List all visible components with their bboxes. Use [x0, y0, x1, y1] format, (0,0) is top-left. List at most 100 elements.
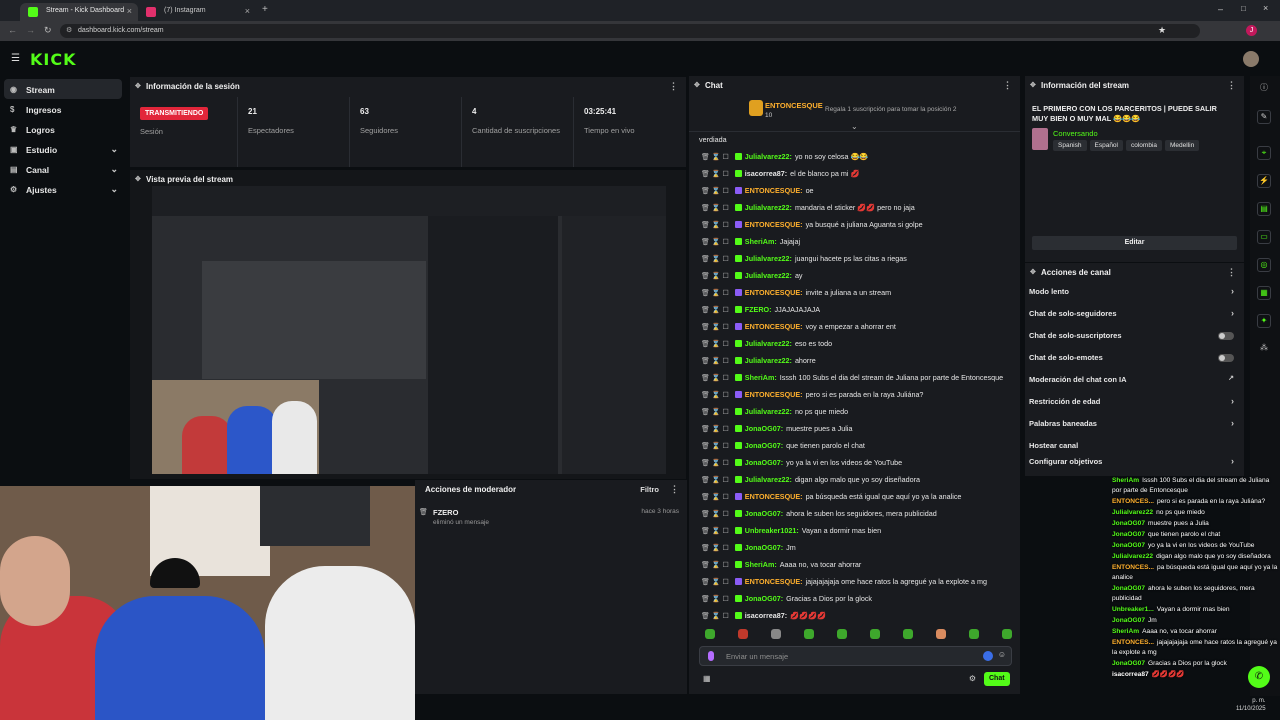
emote-icon[interactable] — [837, 629, 847, 639]
emote-icon[interactable] — [969, 629, 979, 639]
emoji-icon[interactable]: ☺ — [998, 650, 1006, 659]
minimize-icon[interactable]: – — [1218, 4, 1223, 14]
more-options-icon[interactable]: ⋮ — [1003, 80, 1012, 91]
chat-settings-icon[interactable]: ⚙ — [969, 674, 976, 683]
ai-moderation-row[interactable]: Moderación del chat con IA ↗ — [1025, 369, 1244, 391]
chat-message[interactable]: 🗑 ⌛ ☐ Julialvarez22: digan algo malo que y… — [689, 471, 1020, 488]
sidebar-item-logros[interactable]: ♛ Logros — [0, 119, 128, 139]
chat-input[interactable]: Enviar un mensaje ☺ — [699, 646, 1012, 666]
more-options-icon[interactable]: ⋮ — [1227, 267, 1236, 278]
tag[interactable]: Medellin — [1165, 140, 1200, 151]
mod-tools-icon[interactable]: 🗑 ⌛ ☐ — [701, 596, 729, 603]
goals-row[interactable]: Configurar objetivos › — [1025, 454, 1244, 473]
chat-username[interactable]: JonaOG07: — [745, 424, 783, 433]
mod-tools-icon[interactable]: 🗑 ⌛ ☐ — [701, 256, 729, 263]
back-icon[interactable]: ← — [8, 25, 17, 35]
info-icon[interactable]: ⓘ — [1257, 82, 1271, 96]
site-info-icon[interactable]: ⚙ — [66, 26, 72, 34]
tag[interactable]: Español — [1089, 140, 1123, 151]
mod-tools-icon[interactable]: 🗑 ⌛ ☐ — [701, 375, 729, 382]
emote-icon[interactable] — [804, 629, 814, 639]
chat-message[interactable]: 🗑 ⌛ ☐ JonaOG07: que tienen parolo el chat — [689, 437, 1020, 454]
send-chat-button[interactable]: Chat — [984, 672, 1010, 686]
chat-message[interactable]: 🗑 ⌛ ☐ Julialvarez22: mandaria el sticker 💋… — [689, 199, 1020, 216]
chat-message[interactable]: 🗑 ⌛ ☐ ENTONCESQUE: jajajajajaja ome hace r… — [689, 573, 1020, 590]
mod-tools-icon[interactable]: 🗑 ⌛ ☐ — [701, 324, 729, 331]
mod-tools-icon[interactable]: 🗑 ⌛ ☐ — [701, 511, 729, 518]
chat-username[interactable]: SheriAm: — [745, 237, 777, 246]
chat-username[interactable]: JonaOG07: — [745, 458, 783, 467]
wrench-icon[interactable]: ✦ — [1257, 314, 1271, 328]
age-restriction-row[interactable]: Restricción de edad › — [1025, 391, 1244, 413]
document-icon[interactable]: ▤ — [1257, 202, 1271, 216]
mod-tools-icon[interactable]: 🗑 ⌛ ☐ — [701, 443, 729, 450]
chat-message[interactable]: 🗑 ⌛ ☐ JonaOG07: muestre pues a Julia — [689, 420, 1020, 437]
new-tab-icon[interactable]: + — [262, 4, 268, 15]
category-link[interactable]: Conversando — [1053, 129, 1098, 138]
chat-message[interactable]: 🗑 ⌛ ☐ FZERO: JJAJAJAJAJA — [689, 301, 1020, 318]
chat-message[interactable]: 🗑 ⌛ ☐ Julialvarez22: eso es todo — [689, 335, 1020, 352]
mod-tools-icon[interactable]: 🗑 ⌛ ☐ — [701, 409, 729, 416]
sidebar-item-ingresos[interactable]: $ Ingresos — [0, 99, 128, 119]
emote-icon[interactable] — [771, 629, 781, 639]
sidebar-item-ajustes[interactable]: ⚙ Ajustes ⌄ — [0, 179, 128, 199]
more-options-icon[interactable]: ⋮ — [1227, 80, 1236, 91]
tag[interactable]: colombia — [1126, 140, 1163, 151]
tag[interactable]: Spanish — [1053, 140, 1087, 151]
chevron-down-icon[interactable]: ⌄ — [851, 122, 858, 131]
emote-icon[interactable] — [870, 629, 880, 639]
chat-username[interactable]: ENTONCESQUE: — [745, 492, 803, 501]
chat-message[interactable]: 🗑 ⌛ ☐ ENTONCESQUE: pero si es parada en la… — [689, 386, 1020, 403]
chat-username[interactable]: ENTONCESQUE: — [745, 288, 803, 297]
chat-username[interactable]: Julialvarez22: — [745, 152, 792, 161]
emote-icon[interactable] — [738, 629, 748, 639]
chat-username[interactable]: isacorrea87: — [745, 169, 787, 178]
tab-instagram[interactable]: (7) Instagram × — [138, 3, 256, 21]
mod-tools-icon[interactable]: 🗑 ⌛ ☐ — [701, 154, 729, 161]
chat-username[interactable]: Julialvarez22: — [745, 356, 792, 365]
chat-username[interactable]: SheriAm: — [745, 373, 777, 382]
chat-username[interactable]: ENTONCESQUE: — [745, 577, 803, 586]
mod-tools-icon[interactable]: 🗑 ⌛ ☐ — [701, 307, 729, 314]
sidebar-item-stream[interactable]: ◉ Stream — [4, 79, 122, 99]
chat-message[interactable]: 🗑 ⌛ ☐ Julialvarez22: ay — [689, 267, 1020, 284]
broadcast-icon[interactable]: ◎ — [1257, 258, 1271, 272]
sidebar-item-canal[interactable]: ▤ Canal ⌄ — [0, 159, 128, 179]
chat-message[interactable]: 🗑 ⌛ ☐ JonaOG07: Jm — [689, 539, 1020, 556]
mod-tools-icon[interactable]: 🗑 ⌛ ☐ — [701, 222, 729, 229]
chat-bubble-fab-icon[interactable]: ✆ — [1248, 666, 1270, 688]
chat-message[interactable]: 🗑 ⌛ ☐ SheriAm: Aaaa no, va tocar ahorrar — [689, 556, 1020, 573]
profile-avatar[interactable]: J — [1246, 25, 1257, 36]
chat-message[interactable]: 🗑 ⌛ ☐ SheriAm: Jajajaj — [689, 233, 1020, 250]
mod-tools-icon[interactable]: 🗑 ⌛ ☐ — [701, 392, 729, 399]
chat-username[interactable]: Julialvarez22: — [745, 254, 792, 263]
mod-tools-icon[interactable]: 🗑 ⌛ ☐ — [701, 545, 729, 552]
grip-icon[interactable]: ✥ — [694, 81, 700, 89]
forward-icon[interactable]: → — [26, 25, 35, 35]
mod-tools-icon[interactable]: 🗑 ⌛ ☐ — [701, 358, 729, 365]
badge-icon[interactable] — [983, 651, 993, 661]
mod-tools-icon[interactable]: 🗑 ⌛ ☐ — [701, 273, 729, 280]
chat-message[interactable]: 🗑 ⌛ ☐ Julialvarez22: yo no soy celosa 😂😂 — [689, 148, 1020, 165]
bolt-icon[interactable]: ⚡ — [1257, 174, 1271, 188]
mod-tools-icon[interactable]: 🗑 ⌛ ☐ — [701, 494, 729, 501]
chat-message[interactable]: 🗑 ⌛ ☐ ENTONCESQUE: pa búsqueda está igual … — [689, 488, 1020, 505]
grip-icon[interactable]: ✥ — [1030, 268, 1036, 276]
chat-message[interactable]: 🗑 ⌛ ☐ Julialvarez22: no ps que miedo — [689, 403, 1020, 420]
chat-username[interactable]: Unbreaker1021: — [745, 526, 799, 535]
grip-icon[interactable]: ✥ — [135, 175, 141, 183]
chat-username[interactable]: JonaOG07: — [745, 509, 783, 518]
edit-stream-button[interactable]: Editar — [1032, 236, 1237, 250]
mod-tools-icon[interactable]: 🗑 ⌛ ☐ — [701, 290, 729, 297]
mod-tools-icon[interactable]: 🗑 ⌛ ☐ — [701, 528, 729, 535]
chat-message[interactable]: 🗑 ⌛ ☐ JonaOG07: Gracias a Dios por la gloc… — [689, 590, 1020, 607]
chat-message[interactable]: 🗑 ⌛ ☐ JonaOG07: ahora le suben los seguido… — [689, 505, 1020, 522]
chat-username[interactable]: Julialvarez22: — [745, 407, 792, 416]
close-tab-icon[interactable]: × — [245, 6, 250, 16]
mod-tools-icon[interactable]: 🗑 ⌛ ☐ — [701, 341, 729, 348]
chat-username[interactable]: FZERO: — [745, 305, 772, 314]
chat-username[interactable]: isacorrea87: — [745, 611, 787, 620]
chat-message[interactable]: 🗑 ⌛ ☐ Julialvarez22: juangui hacete ps las… — [689, 250, 1020, 267]
widgets-icon[interactable]: ⁂ — [1257, 342, 1271, 356]
chat-username[interactable]: ENTONCESQUE: — [745, 186, 803, 195]
